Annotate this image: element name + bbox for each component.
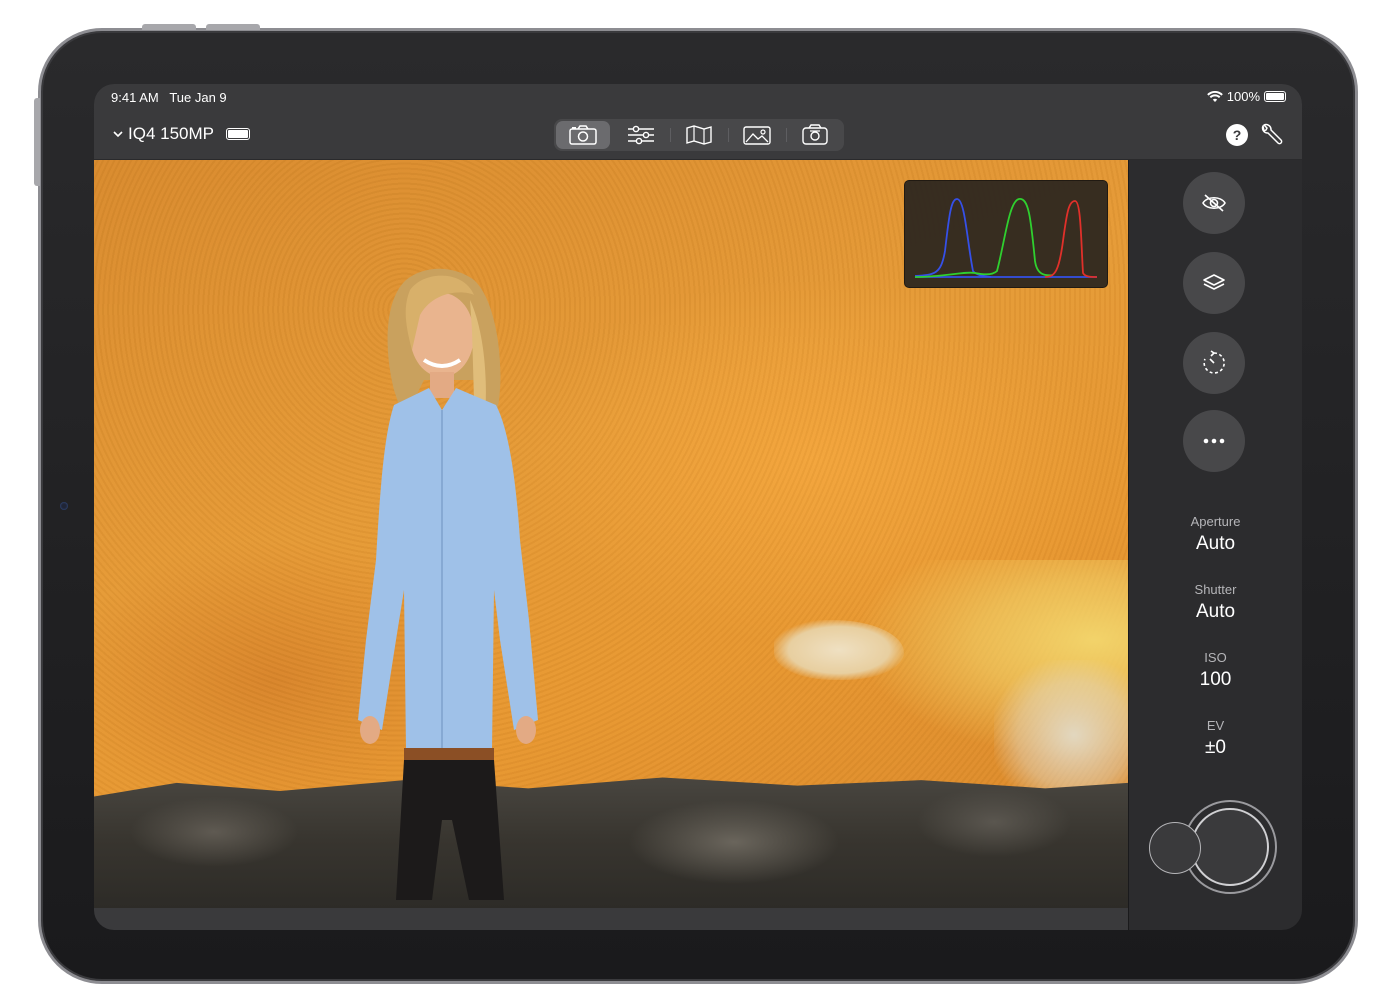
volume-button [142, 24, 196, 30]
camera-name: IQ4 150MP [128, 124, 214, 143]
settings-button[interactable] [1258, 122, 1284, 148]
toolbar: IQ4 150MP ? [94, 110, 1302, 160]
tab-camera-settings[interactable] [786, 121, 842, 149]
ev-label: EV [1206, 718, 1225, 733]
chevron-down-icon [113, 131, 123, 138]
shutter-button-inner [1191, 808, 1269, 886]
mode-tabs [554, 119, 844, 151]
shutter-value: Auto [1195, 601, 1236, 622]
wifi-icon [1206, 90, 1223, 102]
status-bar: 9:41 AM Tue Jan 9 100% [94, 84, 1302, 110]
status-right: 100% [1206, 89, 1286, 104]
camera-battery-icon [226, 128, 250, 140]
aperture-label: Aperture [1190, 514, 1241, 529]
camera-body-icon [802, 124, 828, 145]
tab-capture[interactable] [556, 121, 610, 149]
more-button[interactable] [1183, 410, 1245, 472]
screen: 9:41 AM Tue Jan 9 100% IQ4 150MP ? Apert… [94, 84, 1302, 930]
wrench-icon [1261, 123, 1283, 145]
tab-map[interactable] [670, 121, 726, 149]
aperture-control[interactable]: Aperture Auto [1129, 514, 1302, 555]
bottom-bar [94, 908, 1128, 930]
help-icon: ? [1232, 127, 1242, 143]
help-button[interactable]: ? [1226, 124, 1248, 146]
photos-icon [743, 126, 771, 145]
tab-adjust[interactable] [614, 121, 668, 149]
subject-person [358, 268, 538, 900]
iso-value: 100 [1199, 669, 1232, 690]
timer-icon [1203, 350, 1225, 374]
shutter-label: Shutter [1194, 582, 1237, 597]
autofocus-button[interactable] [1149, 822, 1201, 874]
capture-controls [1149, 800, 1279, 900]
top-button [34, 98, 40, 186]
ev-value: ±0 [1205, 737, 1226, 758]
toggle-overlay-button[interactable] [1183, 172, 1245, 234]
timer-button[interactable] [1183, 332, 1245, 394]
camera-selector[interactable]: IQ4 150MP [112, 124, 250, 144]
eye-slash-icon [1202, 194, 1226, 212]
shutter-control[interactable]: Shutter Auto [1129, 582, 1302, 623]
control-sidebar: Aperture Auto Shutter Auto ISO 100 EV ±0 [1128, 160, 1302, 930]
status-time: 9:41 AM Tue Jan 9 [111, 90, 227, 105]
sliders-icon [628, 125, 654, 145]
map-icon [686, 125, 712, 145]
live-view[interactable] [94, 160, 1128, 908]
layers-button[interactable] [1183, 252, 1245, 314]
layers-icon [1203, 274, 1225, 290]
front-camera [60, 502, 68, 510]
tab-gallery[interactable] [728, 121, 784, 149]
camera-icon [569, 125, 597, 145]
battery-percent: 100% [1226, 89, 1260, 104]
aperture-value: Auto [1195, 533, 1236, 554]
ev-control[interactable]: EV ±0 [1129, 718, 1302, 759]
ellipsis-icon [1203, 438, 1225, 444]
battery-icon [1264, 91, 1286, 102]
volume-button [206, 24, 260, 30]
iso-control[interactable]: ISO 100 [1129, 650, 1302, 691]
iso-label: ISO [1204, 650, 1227, 665]
histogram [904, 180, 1108, 288]
stone-wall [94, 777, 1128, 908]
